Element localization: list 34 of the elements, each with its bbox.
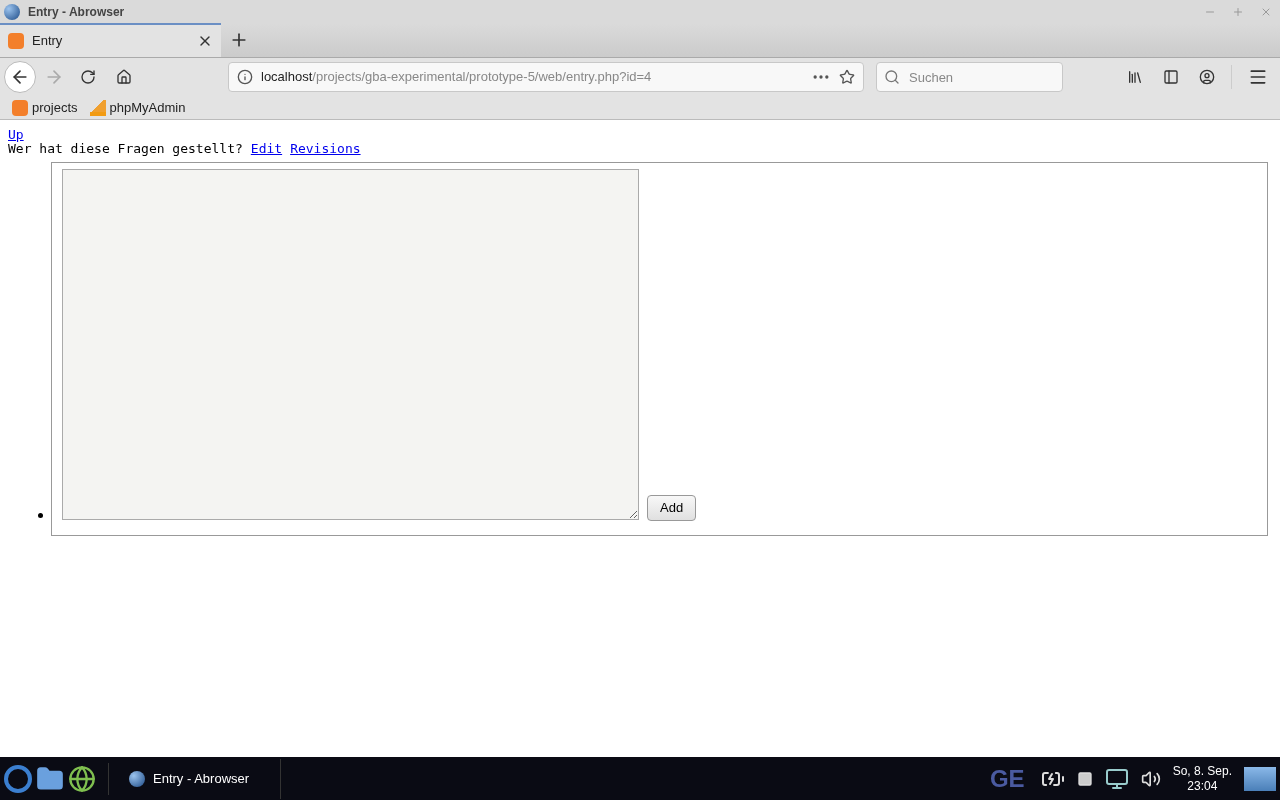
library-icon[interactable]: [1127, 69, 1143, 85]
reload-icon[interactable]: [80, 69, 96, 85]
bookmark-item[interactable]: phpMyAdmin: [89, 97, 186, 118]
revision-link[interactable]: Revisions: [290, 142, 361, 156]
menu-icon[interactable]: [1248, 67, 1268, 87]
question-text: Wer hat diese Fragen gestellt?: [8, 142, 243, 156]
bookmark-item[interactable]: projects: [12, 97, 78, 118]
globe-icon[interactable]: [68, 764, 96, 793]
folder-icon[interactable]: [36, 764, 64, 793]
taskbar-item[interactable]: Entry - Abrowser: [121, 758, 281, 799]
back-button[interactable]: [4, 61, 36, 93]
url-text: localhost/projects/gba-experimental/prototype-5/web/entry.php?id=4: [261, 68, 653, 87]
site-favicon-icon: [8, 33, 24, 49]
clock[interactable]: So, 8. Sep. 23:04: [1172, 763, 1232, 794]
window-title: Entry - Abrowser: [28, 4, 125, 21]
network-icon[interactable]: [1104, 766, 1129, 791]
volume-icon[interactable]: [1140, 768, 1161, 789]
address-bar[interactable]: localhost/projects/gba-experimental/prototype-5/web/entry.php?id=4: [228, 62, 864, 92]
star-icon[interactable]: [839, 69, 855, 85]
square-icon[interactable]: [1076, 770, 1093, 787]
info-icon: [237, 69, 253, 85]
up-link[interactable]: Up: [8, 127, 24, 142]
site-favicon-icon: [12, 99, 28, 116]
desktop-icon[interactable]: [1244, 766, 1276, 791]
add-button[interactable]: Add: [647, 495, 697, 521]
browser-tab[interactable]: Entry: [0, 23, 221, 57]
account-icon[interactable]: [1199, 69, 1215, 85]
search-field[interactable]: Suchen: [876, 62, 1063, 92]
search-icon: [884, 69, 900, 85]
globe-icon: [4, 4, 20, 20]
bullet-icon: [38, 513, 43, 518]
sidebar-icon[interactable]: [1163, 69, 1179, 85]
revision-link[interactable]: Edit: [250, 142, 283, 156]
home-icon[interactable]: [116, 69, 132, 85]
